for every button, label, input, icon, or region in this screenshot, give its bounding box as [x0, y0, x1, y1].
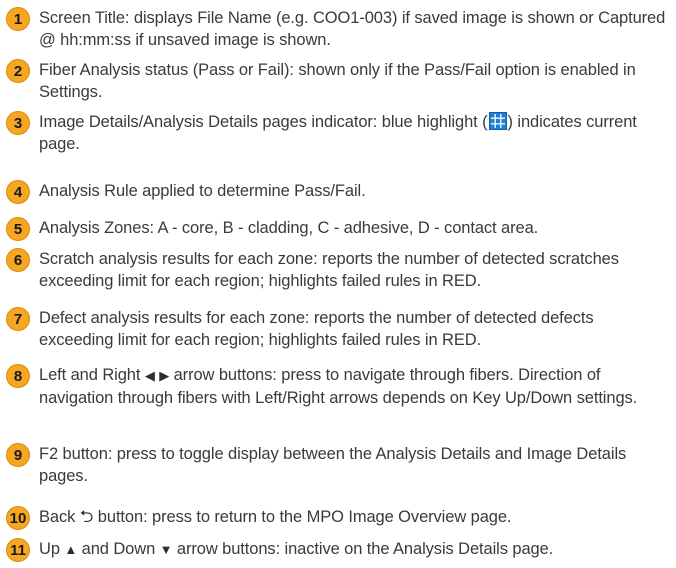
list-item: 5 Analysis Zones: A - core, B - cladding…	[6, 217, 668, 241]
callout-text: Defect analysis results for each zone: r…	[39, 309, 594, 349]
callout-number: 11	[6, 538, 30, 562]
callout-text: Scratch analysis results for each zone: …	[39, 250, 619, 290]
callout-text: Analysis Zones: A - core, B - cladding, …	[39, 219, 539, 237]
callout-number: 10	[6, 506, 30, 530]
callout-text: Image Details/Analysis Details pages ind…	[39, 112, 637, 153]
down-arrow-icon: ▼	[159, 542, 173, 557]
back-arrow-icon: ⮌	[79, 507, 94, 526]
callout-text: Back ⮌ button: press to return to the MP…	[39, 507, 512, 526]
callout-number: 1	[6, 7, 30, 31]
callout-text: Analysis Rule applied to determine Pass/…	[39, 182, 366, 200]
callout-text: F2 button: press to toggle display betwe…	[39, 445, 627, 485]
list-item: 7 Defect analysis results for each zone:…	[6, 307, 668, 351]
callout-text: Fiber Analysis status (Pass or Fail): sh…	[39, 61, 636, 101]
callout-number: 9	[6, 443, 30, 467]
callout-text: Screen Title: displays File Name (e.g. C…	[39, 9, 666, 49]
list-item: 3 Image Details/Analysis Details pages i…	[6, 111, 668, 155]
list-item: 9 F2 button: press to toggle display bet…	[6, 443, 668, 487]
list-item: 6 Scratch analysis results for each zone…	[6, 248, 668, 292]
callout-number: 4	[6, 180, 30, 204]
list-item: 2 Fiber Analysis status (Pass or Fail): …	[6, 59, 668, 103]
callout-text: Left and Right ◀ ▶ arrow buttons: press …	[39, 366, 638, 407]
callout-number: 7	[6, 307, 30, 331]
grid-icon	[488, 112, 507, 130]
callout-number: 2	[6, 59, 30, 83]
list-item: 8 Left and Right ◀ ▶ arrow buttons: pres…	[6, 364, 668, 409]
right-arrow-icon: ▶	[159, 368, 170, 383]
list-item: 11 Up ▲ and Down ▼ arrow buttons: inacti…	[6, 538, 668, 562]
callout-text: Up ▲ and Down ▼ arrow buttons: inactive …	[39, 540, 554, 558]
list-item: 10 Back ⮌ button: press to return to the…	[6, 506, 668, 530]
callout-number: 8	[6, 364, 30, 388]
list-item: 4 Analysis Rule applied to determine Pas…	[6, 180, 668, 204]
up-arrow-icon: ▲	[64, 542, 78, 557]
left-arrow-icon: ◀	[144, 368, 155, 383]
callout-number: 5	[6, 217, 30, 241]
list-item: 1 Screen Title: displays File Name (e.g.…	[6, 7, 668, 51]
callout-number: 6	[6, 248, 30, 272]
callout-list: 1 Screen Title: displays File Name (e.g.…	[0, 0, 676, 568]
callout-number: 3	[6, 111, 30, 135]
